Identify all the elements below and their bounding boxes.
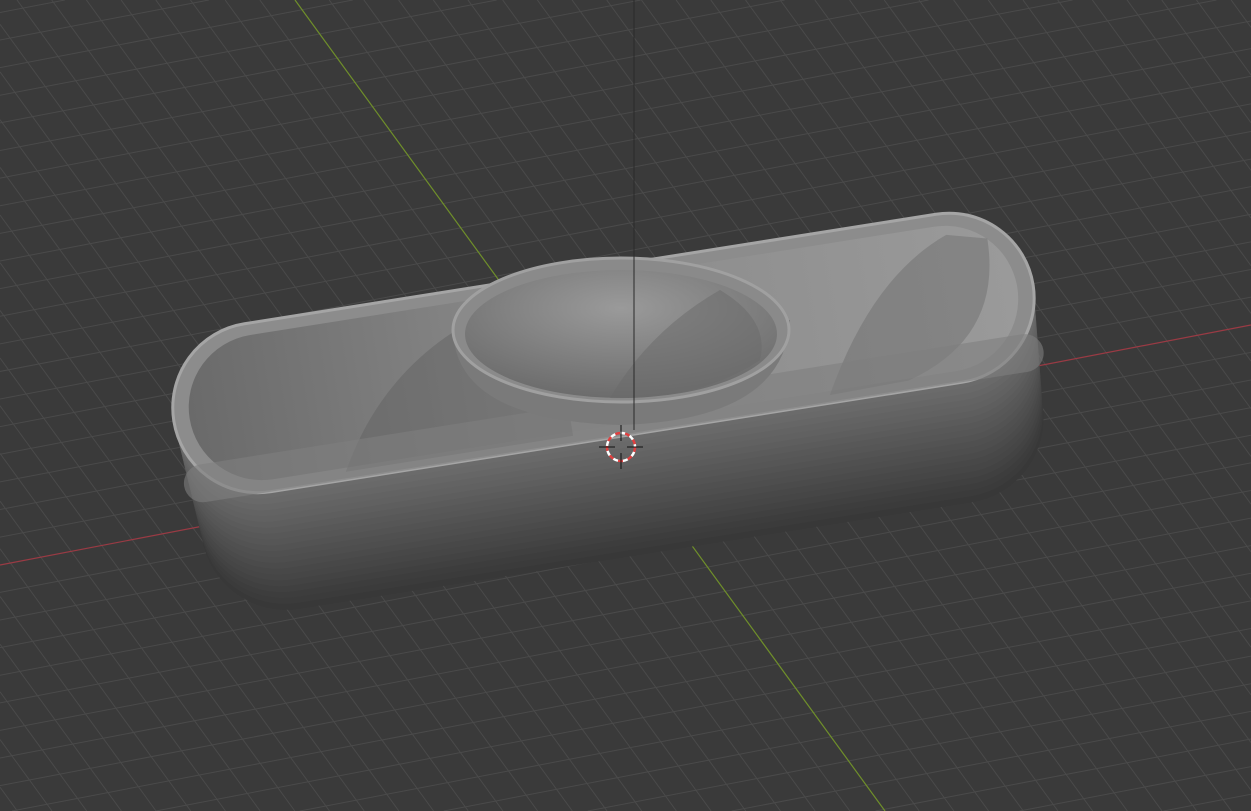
grid-line [0,691,88,811]
grid-line [299,628,1251,811]
grid-line [0,545,1251,787]
grid-line [1163,793,1251,811]
grid-line [0,643,122,811]
grid-line [1196,0,1251,76]
grid-line [0,596,157,811]
grid-line [1161,0,1251,123]
grid-line [0,20,1251,262]
viewport-canvas[interactable] [0,0,1251,811]
grid-line [875,738,1251,811]
grid-line [0,786,18,811]
grid-line [587,683,1251,811]
grid-line [0,0,785,152]
grid-line [1019,766,1251,811]
grid-line [0,0,497,96]
grid-line [0,0,1217,234]
grid-line [443,655,1251,811]
grid-line [731,710,1251,811]
grid-line [1126,0,1251,171]
3d-viewport[interactable] [0,0,1251,811]
grid-line [155,600,1251,811]
grid-line [0,0,353,69]
grid-line [1022,0,1251,314]
grid-line [0,0,65,13]
grid-line [0,548,192,811]
grid-line [0,0,929,179]
grid-line [0,739,53,811]
